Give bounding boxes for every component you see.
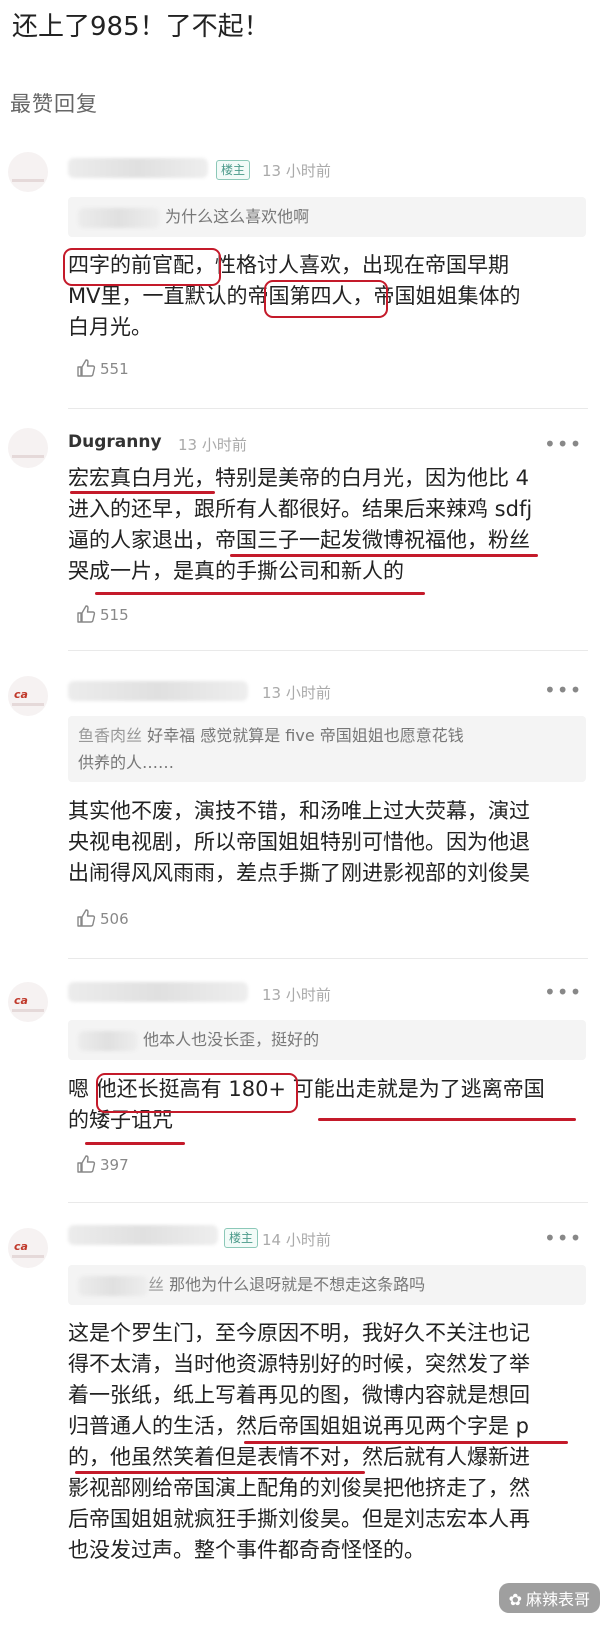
quoted-text: 他本人也没长歪，挺好的 <box>143 1030 320 1049</box>
quoted-text: 好幸福 感觉就算是 five 帝国姐姐也愿意花钱 <box>147 726 464 745</box>
username[interactable]: Dugranny <box>68 432 162 452</box>
quoted-reply[interactable]: 他本人也没长歪，挺好的 <box>68 1020 586 1060</box>
comment-time: 13 小时前 <box>178 436 247 454</box>
comment-time: 13 小时前 <box>262 162 331 180</box>
more-dots-icon[interactable]: ••• <box>544 678 582 702</box>
annotation-circle <box>264 280 388 318</box>
like-button[interactable]: 506 <box>76 908 129 928</box>
comment-line: 出闹得风风雨雨，差点手撕了刚进影视部的刘俊昊 <box>68 861 530 885</box>
comment-line: 这是个罗生门，至今原因不明，我好久不关注也记 <box>68 1321 530 1345</box>
annotation-underline <box>95 592 425 595</box>
like-count: 551 <box>100 360 129 378</box>
quoted-text: 那他为什么退呀就是不想走这条路吗 <box>169 1275 426 1294</box>
annotation-circle <box>63 248 221 286</box>
comment-body: 其实他不废，演技不错，和汤唯上过大荧幕，演过 央视电视剧，所以帝国姐姐特别可惜他… <box>68 796 593 889</box>
annotation-underline <box>70 491 215 494</box>
thumbs-up-icon <box>77 605 96 623</box>
avatar[interactable] <box>8 152 48 192</box>
section-title-top-replies: 最赞回复 <box>10 92 98 116</box>
annotation-underline <box>244 1441 568 1444</box>
wechat-channel-icon: ✿ <box>508 1590 522 1609</box>
divider <box>68 650 588 651</box>
annotation-underline <box>75 1471 365 1474</box>
quoted-username-blurred <box>78 1275 148 1296</box>
avatar[interactable]: ca <box>8 1228 48 1268</box>
comment-line: 进入的还早，跟所有人都很好。结果后来辣鸡 sdfj <box>68 497 533 521</box>
like-count: 506 <box>100 910 129 928</box>
watermark-text: 麻辣表哥 <box>525 1590 590 1609</box>
annotation-circle <box>96 1073 298 1113</box>
username-blurred[interactable] <box>68 681 248 701</box>
divider <box>68 408 588 409</box>
like-button[interactable]: 515 <box>76 604 129 624</box>
more-dots-icon[interactable]: ••• <box>544 432 582 456</box>
divider <box>68 958 588 959</box>
comment-time: 14 小时前 <box>262 1231 331 1249</box>
avatar[interactable]: ca <box>8 676 48 716</box>
comment-time: 13 小时前 <box>262 684 331 702</box>
comment-line: 其实他不废，演技不错，和汤唯上过大荧幕，演过 <box>68 799 530 823</box>
annotation-underline <box>230 554 538 557</box>
thumbs-up-icon <box>77 909 96 927</box>
username-blurred[interactable] <box>68 1225 218 1245</box>
comment-line: 影视部刚给帝国演上配角的刘俊昊把他挤走了，然 <box>68 1476 530 1500</box>
comment-line: 的，他虽然笑着但是表情不对，然后就有人爆新进 <box>68 1445 530 1469</box>
quoted-username-blurred <box>78 1030 138 1051</box>
comment-line: 央视电视剧，所以帝国姐姐特别可惜他。因为他退 <box>68 830 530 854</box>
annotation-underline <box>318 1118 576 1121</box>
comment-line: 哭成一片，是真的手撕公司和新人的 <box>68 559 404 583</box>
more-dots-icon[interactable]: ••• <box>544 1226 582 1250</box>
divider <box>68 1202 588 1203</box>
like-count: 397 <box>100 1156 129 1174</box>
username-blurred[interactable] <box>68 982 248 1002</box>
quoted-text: 供养的人…… <box>78 753 175 772</box>
quoted-reply[interactable]: 丝 那他为什么退呀就是不想走这条路吗 <box>68 1265 586 1305</box>
like-count: 515 <box>100 606 129 624</box>
more-dots-icon[interactable]: ••• <box>544 980 582 1004</box>
op-badge: 楼主 <box>216 160 251 180</box>
thumbs-up-icon <box>77 359 96 377</box>
like-button[interactable]: 397 <box>76 1154 129 1174</box>
comment-line: 着一张纸，纸上写着再见的图，微博内容就是想回 <box>68 1383 530 1407</box>
quoted-reply[interactable]: 为什么这么喜欢他啊 <box>68 197 586 237</box>
username-blurred[interactable] <box>68 158 208 178</box>
watermark: ✿ 麻辣表哥 <box>498 1583 600 1613</box>
quoted-text: 为什么这么喜欢他啊 <box>165 207 310 226</box>
like-button[interactable]: 551 <box>76 358 129 378</box>
comment-line: 也没发过声。整个事件都奇奇怪怪的。 <box>68 1538 425 1562</box>
comment-line: 得不太清，当时他资源特别好的时候，突然发了举 <box>68 1352 530 1376</box>
comment-line: 逼的人家退出，帝国三子一起发微博祝福他，粉丝 <box>68 528 530 552</box>
annotation-underline <box>85 1142 185 1145</box>
quoted-username-blurred <box>78 207 160 228</box>
quoted-username: 鱼香肉丝 <box>78 726 143 745</box>
comment-line: 后帝国姐姐就疯狂手撕刘俊昊。但是刘志宏本人再 <box>68 1507 530 1531</box>
avatar[interactable] <box>8 428 48 468</box>
post-title: 还上了985！了不起！ <box>12 12 270 42</box>
quoted-reply[interactable]: 鱼香肉丝 好幸福 感觉就算是 five 帝国姐姐也愿意花钱 供养的人…… <box>68 716 586 782</box>
comment-line: 宏宏真白月光，特别是美帝的白月光，因为他比 4 <box>68 466 530 490</box>
comment-time: 13 小时前 <box>262 986 331 1004</box>
comment-body: 宏宏真白月光，特别是美帝的白月光，因为他比 4 进入的还早，跟所有人都很好。结果… <box>68 463 593 587</box>
thumbs-up-icon <box>77 1155 96 1173</box>
comment-line: 归普通人的生活，然后帝国姐姐说再见两个字是 p <box>68 1414 530 1438</box>
op-badge: 楼主 <box>224 1228 259 1248</box>
quoted-username: 丝 <box>148 1275 165 1294</box>
avatar[interactable]: ca <box>8 982 48 1022</box>
